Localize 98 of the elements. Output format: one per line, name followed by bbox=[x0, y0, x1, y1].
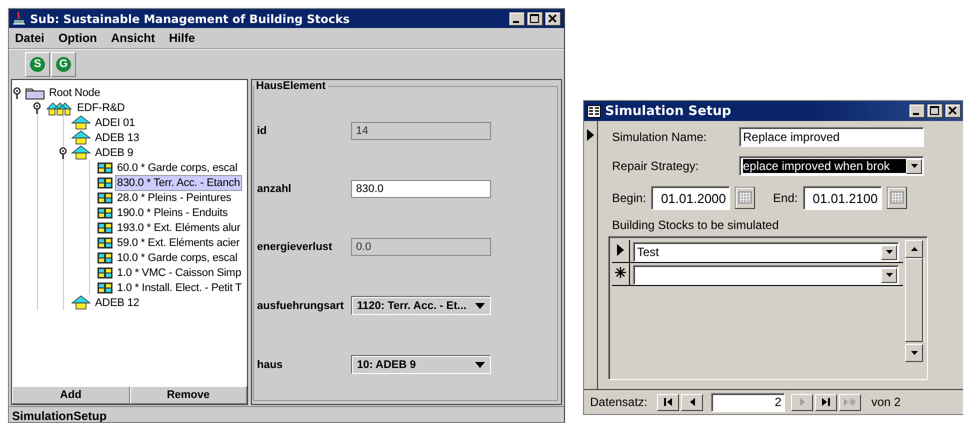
grid-icon bbox=[97, 162, 113, 174]
tree-item[interactable]: 830.0 * Terr. Acc. - Etanch bbox=[116, 176, 241, 190]
last-record-icon bbox=[822, 398, 830, 406]
minimize-button[interactable] bbox=[909, 104, 925, 118]
dropdown-arrow-button[interactable] bbox=[881, 268, 897, 282]
tree-item[interactable]: 193.0 * Ext. Eléments alur bbox=[116, 220, 242, 234]
dropdown[interactable]: 1120: Terr. Acc. - Et... bbox=[351, 296, 491, 315]
input-field[interactable]: 830.0 bbox=[351, 180, 491, 198]
menu-item[interactable]: Hilfe bbox=[169, 31, 196, 45]
toolbar-button[interactable]: S bbox=[25, 52, 50, 76]
navigation-button[interactable] bbox=[681, 394, 704, 410]
tree-item[interactable]: ADEB 9 bbox=[94, 146, 134, 160]
navigation-button[interactable] bbox=[657, 394, 680, 410]
dropdown-arrow-button[interactable] bbox=[881, 244, 897, 260]
tree-item[interactable]: 1.0 * VMC - Caisson Simp bbox=[116, 266, 242, 280]
calendar-button[interactable] bbox=[886, 187, 907, 209]
dropdown-value[interactable]: eplace improved when brok bbox=[743, 159, 906, 173]
close-button[interactable] bbox=[545, 12, 561, 26]
tree-item[interactable]: ADEB 13 bbox=[94, 130, 140, 144]
record-pointer-icon bbox=[617, 244, 624, 256]
menu-item[interactable]: Option bbox=[58, 31, 97, 45]
houses-icon bbox=[45, 100, 73, 116]
caret-icon bbox=[475, 362, 485, 368]
first-record-icon bbox=[664, 398, 672, 406]
house-icon bbox=[71, 295, 91, 310]
tree-item[interactable]: ADEB 12 bbox=[94, 296, 140, 310]
tree-item[interactable]: 190.0 * Pleins - Enduits bbox=[116, 206, 229, 220]
subform-title: Building Stocks to be simulated bbox=[612, 218, 780, 232]
dropdown-arrow-button[interactable] bbox=[906, 158, 922, 174]
house-icon bbox=[71, 145, 91, 160]
tree-item[interactable]: 28.0 * Pleins - Peintures bbox=[116, 190, 232, 204]
next-record-icon bbox=[800, 398, 805, 406]
field-label: haus bbox=[257, 358, 284, 370]
window-title: Simulation Setup bbox=[605, 104, 732, 118]
caret-icon bbox=[910, 164, 918, 168]
tree-item[interactable]: 60.0 * Garde corps, escal bbox=[116, 160, 238, 174]
app-icon bbox=[12, 11, 26, 26]
close-button[interactable] bbox=[945, 104, 961, 118]
maximize-button[interactable] bbox=[527, 12, 543, 26]
tree-button[interactable]: Remove bbox=[130, 386, 247, 404]
grid-icon bbox=[97, 222, 113, 234]
house-icon bbox=[71, 130, 91, 145]
field-label: End: bbox=[773, 191, 798, 205]
field-label: energieverlust bbox=[257, 241, 334, 253]
record-count: von 2 bbox=[871, 395, 901, 409]
scroll-down-icon bbox=[910, 351, 918, 355]
caret-icon bbox=[886, 250, 892, 254]
grid-icon bbox=[97, 206, 113, 218]
asterisk-icon bbox=[615, 267, 626, 278]
expanded-toggle-icon[interactable] bbox=[32, 102, 42, 114]
scroll-up-icon bbox=[910, 247, 918, 251]
caret-icon bbox=[886, 273, 892, 277]
grid-icon bbox=[97, 176, 113, 188]
field-label: Simulation Name: bbox=[612, 130, 708, 144]
maximize-button[interactable] bbox=[927, 104, 943, 118]
date-field[interactable]: 01.01.2100 bbox=[802, 186, 882, 210]
expanded-toggle-icon[interactable] bbox=[58, 146, 68, 158]
date-field[interactable]: 01.01.2000 bbox=[651, 186, 730, 210]
tree-item[interactable]: EDF-R&D bbox=[76, 100, 126, 114]
tree-item[interactable]: 10.0 * Garde corps, escal bbox=[116, 250, 238, 264]
tree-button[interactable]: Add bbox=[12, 386, 130, 404]
record-number-field[interactable]: 2 bbox=[711, 392, 786, 412]
input-field[interactable]: Replace improved bbox=[739, 127, 924, 147]
grid-icon bbox=[97, 266, 113, 278]
menu-item[interactable]: Datei bbox=[15, 31, 44, 45]
house-icon bbox=[71, 115, 91, 130]
tree-item[interactable]: 59.0 * Ext. Eléments acier bbox=[116, 236, 241, 250]
expanded-toggle-icon[interactable] bbox=[12, 86, 22, 98]
status-text: SimulationSetup bbox=[12, 408, 107, 422]
tree-item[interactable]: ADEI 01 bbox=[94, 116, 136, 130]
field-label: Repair Strategy: bbox=[612, 159, 700, 173]
field-label: id bbox=[257, 125, 268, 137]
caret-icon bbox=[475, 302, 485, 308]
tree-item[interactable]: 1.0 * Install. Elect. - Petit T bbox=[116, 280, 243, 294]
toolbar-button[interactable]: G bbox=[51, 52, 76, 76]
calendar-button[interactable] bbox=[735, 187, 756, 209]
scrollbar[interactable] bbox=[905, 240, 925, 362]
dropdown[interactable]: 10: ADEB 9 bbox=[351, 355, 491, 374]
new-record-icon bbox=[844, 398, 856, 406]
dropdown[interactable]: Test bbox=[633, 242, 899, 262]
grid-icon bbox=[97, 282, 113, 294]
menu-item[interactable]: Ansicht bbox=[111, 31, 156, 45]
window-title: Sub: Sustainable Management of Building Stocks bbox=[30, 12, 351, 26]
record-pointer-icon bbox=[587, 129, 594, 141]
form-icon bbox=[587, 104, 601, 118]
record-label: Datensatz: bbox=[590, 395, 648, 409]
grid-icon bbox=[97, 252, 113, 264]
field-label: ausfuehrungsart bbox=[257, 300, 345, 312]
tree-item[interactable]: Root Node bbox=[48, 86, 102, 100]
dropdown[interactable] bbox=[633, 265, 899, 285]
group-title: HausElement bbox=[255, 80, 327, 92]
field-label: anzahl bbox=[257, 183, 292, 195]
grid-icon bbox=[97, 236, 113, 248]
grid-icon bbox=[97, 192, 113, 204]
previous-record-icon bbox=[690, 398, 695, 406]
field-label: Begin: bbox=[612, 191, 646, 205]
minimize-button[interactable] bbox=[509, 12, 525, 26]
navigation-button[interactable] bbox=[815, 394, 838, 410]
